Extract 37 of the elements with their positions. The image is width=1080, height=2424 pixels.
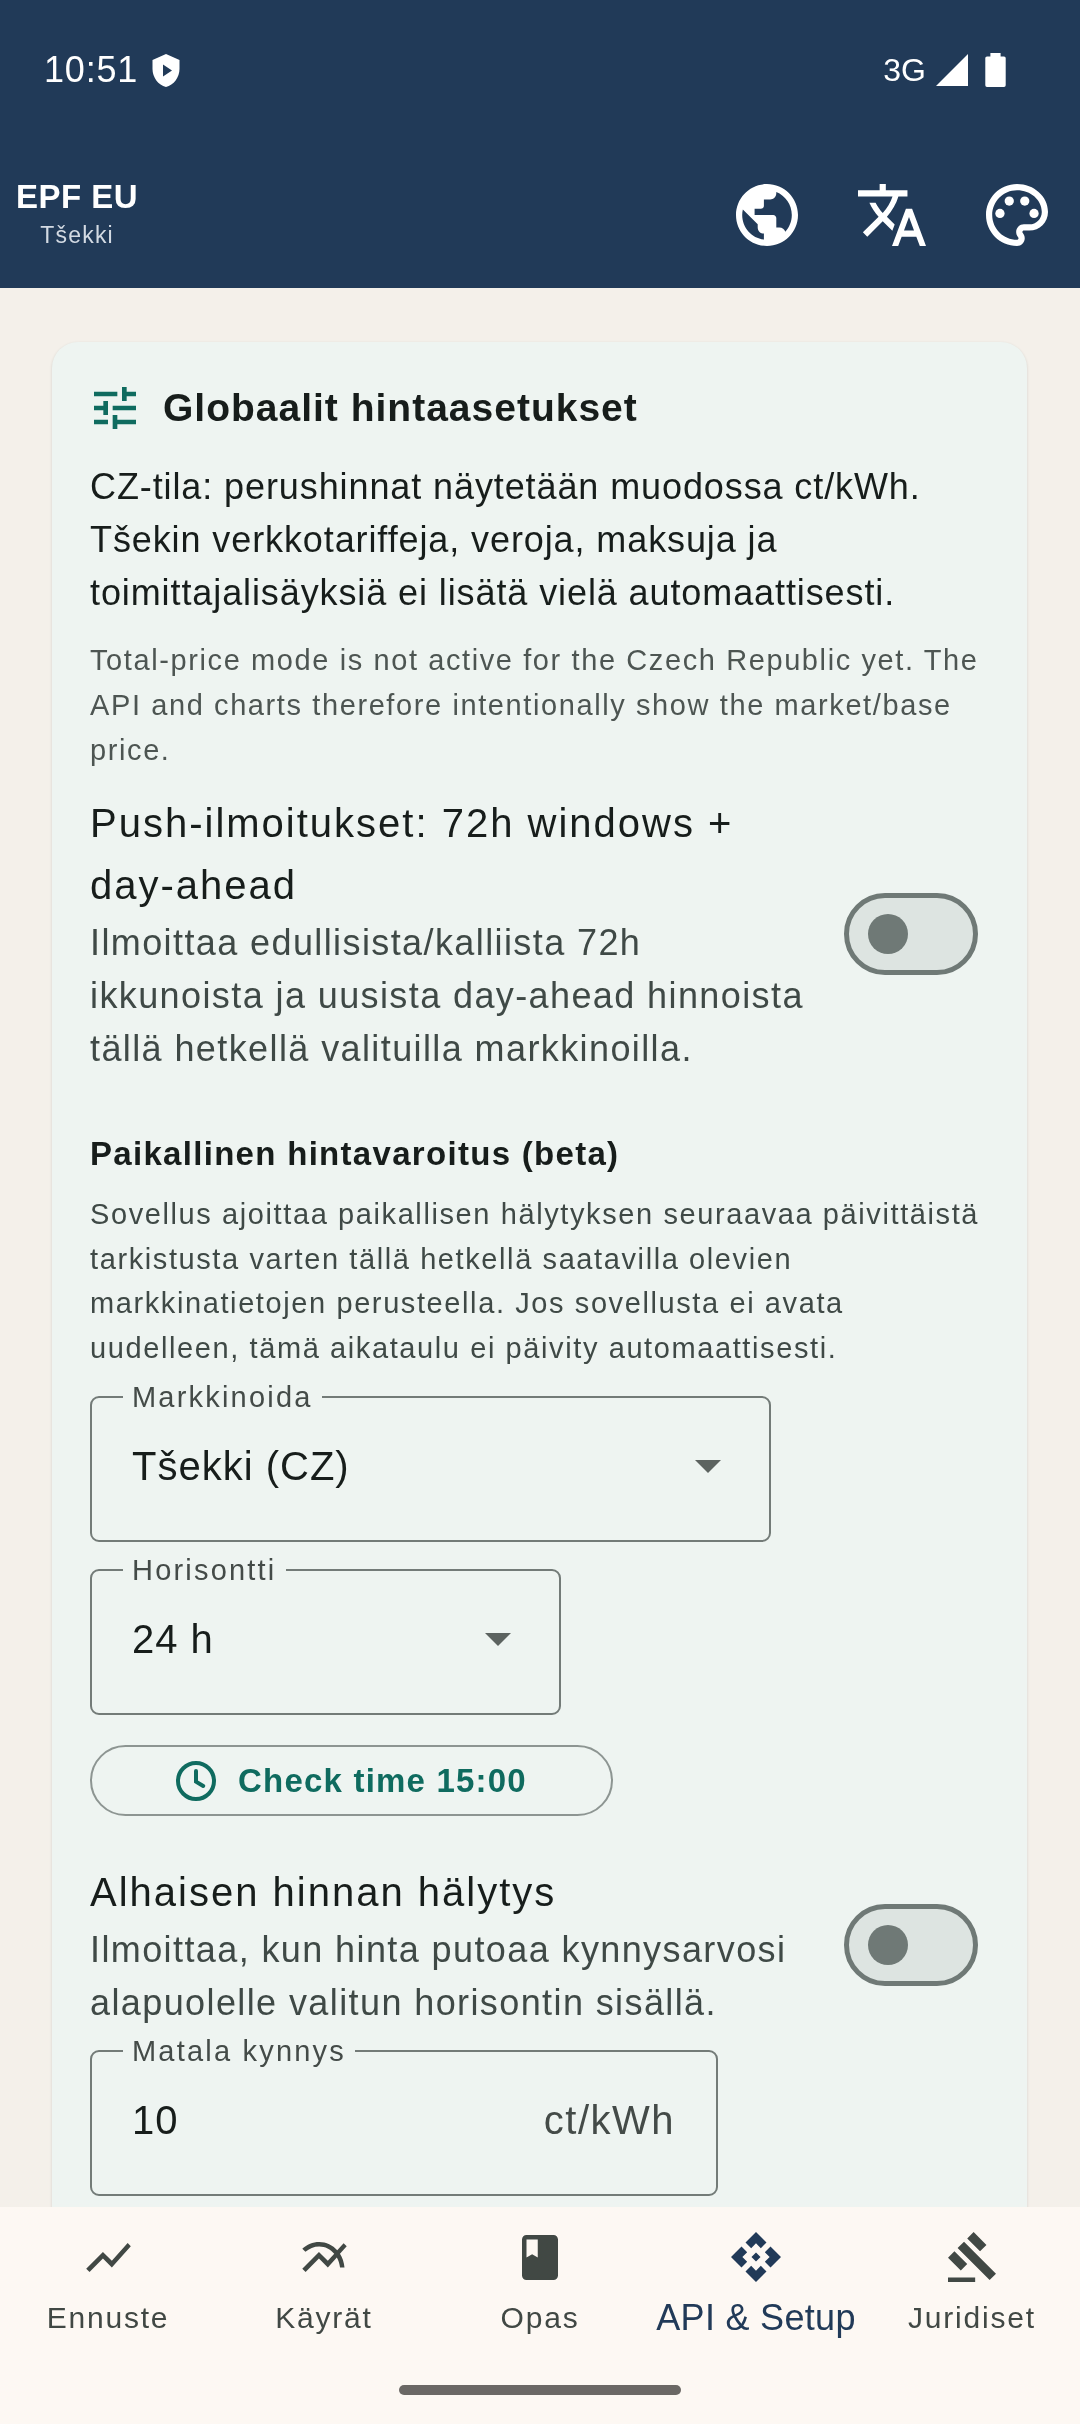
nav-tab[interactable]: Juridiset (864, 2230, 1080, 2340)
api-icon (731, 2232, 781, 2282)
market-dropdown[interactable]: Markkinoida Tšekki (CZ) (90, 1382, 771, 1542)
battery-icon (985, 53, 1006, 87)
caret-icon (485, 1632, 511, 1646)
palette-icon[interactable] (986, 184, 1048, 246)
threshold-input-field[interactable]: Matala kynnys 10 ct/kWh (90, 2036, 718, 2196)
setting-title: Alhaisen hinnan hälytys (90, 1869, 558, 1916)
app-subtitle: Tšekki (40, 221, 114, 250)
nav-tab[interactable]: Ennuste (0, 2230, 216, 2340)
horizon-dropdown[interactable]: Horisontti 24 h (90, 1555, 561, 1715)
setting-description: Ilmoittaa edullisista/kalliista 72h ikkunoista ja uusista day-ahead hinnoista tällä hetkellä valituilla markkinoilla. (90, 921, 805, 1071)
signal-icon (936, 54, 968, 86)
nav-tab[interactable]: Opas (432, 2230, 648, 2340)
section-description: Sovellus ajoittaa paikallisen hälytyksen seuraavaa päivittäistä tarkistusta varten tällä hetkellä saatavilla olevien markkinatietojen perusteella. Jos sovellusta ei avata uudelleen, tämä aikataulu ei päivity automaattisesti. (90, 1197, 981, 1366)
tune-sliders-icon (94, 387, 136, 429)
nav-tab[interactable]: API & Setup (648, 2230, 864, 2340)
book-icon (522, 2234, 558, 2280)
gavel-icon (948, 2232, 996, 2282)
nav-tab[interactable]: Käyrät (216, 2230, 432, 2340)
status-time: 10:51 (44, 49, 139, 91)
translate-icon[interactable] (858, 184, 926, 246)
globe-icon[interactable] (736, 184, 798, 246)
check-time-button[interactable]: Check time 15:00 (90, 1745, 613, 1816)
multi-line-chart-icon (301, 2242, 347, 2272)
card-title: Globaalit hintaasetukset (163, 386, 638, 430)
app-title: EPF EU (16, 177, 139, 217)
clock-icon (176, 1760, 217, 1801)
shield-play-icon (152, 53, 181, 87)
trend-line-icon (85, 2242, 131, 2272)
caret-icon (695, 1459, 721, 1473)
setting-title: Push-ilmoitukset: 72h windows + day-ahead (90, 800, 735, 909)
network-type: 3G (883, 51, 926, 89)
section-heading: Paikallinen hintavaroitus (beta) (90, 1134, 621, 1174)
setting-description: Ilmoittaa, kun hinta putoaa kynnysarvosi alapuolelle valitun horisontin sisällä. (90, 1928, 788, 2025)
intro-text: CZ-tila: perushinnat näytetään muodossa ct/kWh. Tšekin verkkotariffeja, veroja, maksuja ja toimittajalisäyksiä ei lisätä vielä automaattisesti. (90, 465, 922, 615)
note-text: Total-price mode is not active for the Czech Republic yet. The API and charts therefore intentionally show the market/base price. (90, 643, 980, 768)
